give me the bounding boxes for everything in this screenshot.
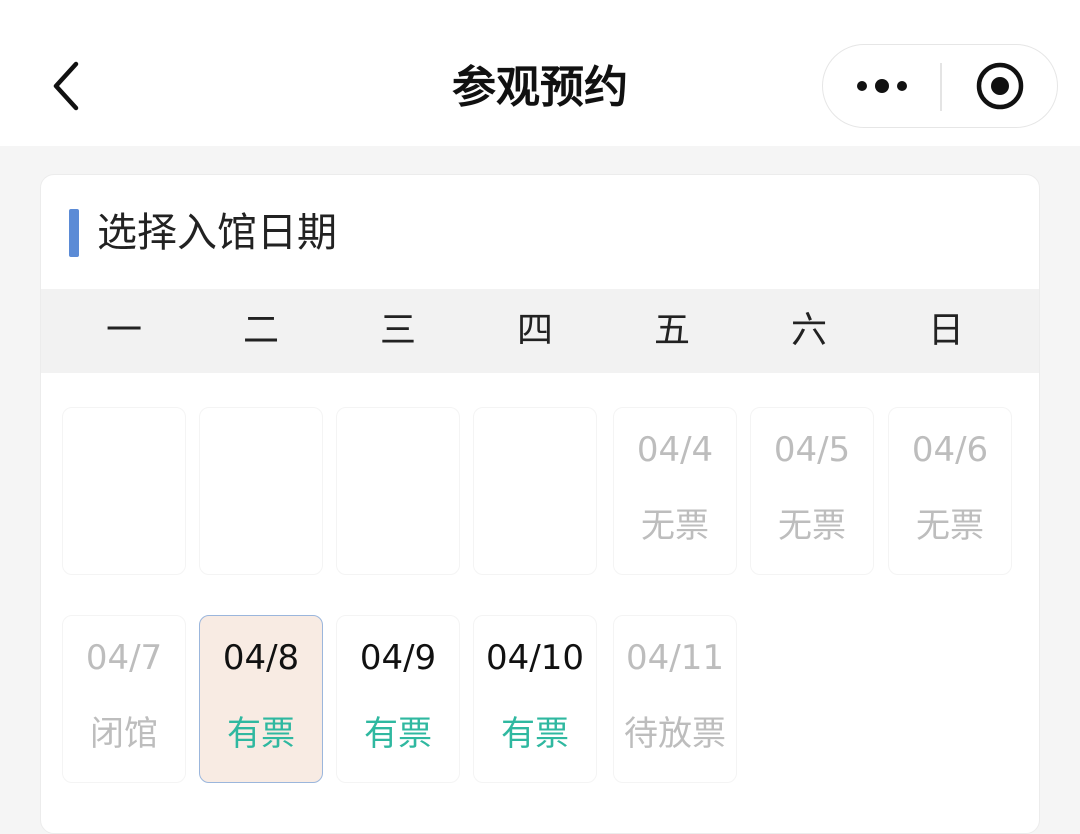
more-button[interactable] [823, 45, 941, 127]
day-date: 04/8 [222, 638, 300, 678]
day-date: 04/10 [486, 638, 584, 678]
menu-capsule [822, 44, 1058, 128]
day-cell-empty [336, 407, 460, 575]
day-date: 04/11 [626, 638, 724, 678]
weekday-fri: 五 [653, 310, 690, 351]
weekday-wed: 三 [379, 310, 416, 351]
day-cell-0406[interactable]: 04/6 无票 [888, 407, 1012, 575]
day-date: 04/6 [911, 430, 989, 470]
day-cell-0409[interactable]: 04/9 有票 [336, 615, 460, 783]
day-cell-0410[interactable]: 04/10 有票 [473, 615, 597, 783]
date-picker-card: 选择入馆日期 一 二 三 四 五 六 日 04/4 无票 04/5 无票 04/… [40, 174, 1040, 834]
day-cell-0408[interactable]: 04/8 有票 [199, 615, 323, 783]
section-title: 选择入馆日期 [97, 210, 337, 256]
capsule-divider [940, 63, 942, 111]
day-cell-0405[interactable]: 04/5 无票 [750, 407, 874, 575]
weekday-header: 一 二 三 四 五 六 日 [41, 289, 1039, 373]
weekday-sat: 六 [790, 310, 827, 351]
day-status: 有票 [501, 714, 569, 754]
weekday-mon: 一 [105, 310, 142, 351]
day-status: 闭馆 [90, 714, 158, 754]
day-status: 无票 [916, 506, 984, 546]
day-status: 有票 [364, 714, 432, 754]
navigation-bar: 参观预约 [0, 0, 1080, 146]
day-date: 04/4 [636, 430, 714, 470]
day-cell-empty [199, 407, 323, 575]
day-status: 有票 [227, 714, 295, 754]
target-close-icon [976, 62, 1024, 110]
day-status: 无票 [641, 506, 709, 546]
weekday-tue: 二 [242, 310, 279, 351]
day-cell-empty [62, 407, 186, 575]
day-status: 无票 [778, 506, 846, 546]
weekday-thu: 四 [516, 310, 553, 351]
day-date: 04/5 [773, 430, 851, 470]
more-dots-icon [857, 79, 907, 93]
weekday-sun: 日 [927, 310, 964, 351]
day-status: 待放票 [624, 714, 726, 754]
day-cell-0411[interactable]: 04/11 待放票 [613, 615, 737, 783]
day-date: 04/7 [85, 638, 163, 678]
close-miniprogram-button[interactable] [943, 45, 1057, 127]
section-accent-bar [69, 209, 79, 257]
day-cell-0404[interactable]: 04/4 无票 [613, 407, 737, 575]
day-date: 04/9 [359, 638, 437, 678]
day-cell-0407[interactable]: 04/7 闭馆 [62, 615, 186, 783]
day-cell-empty [473, 407, 597, 575]
